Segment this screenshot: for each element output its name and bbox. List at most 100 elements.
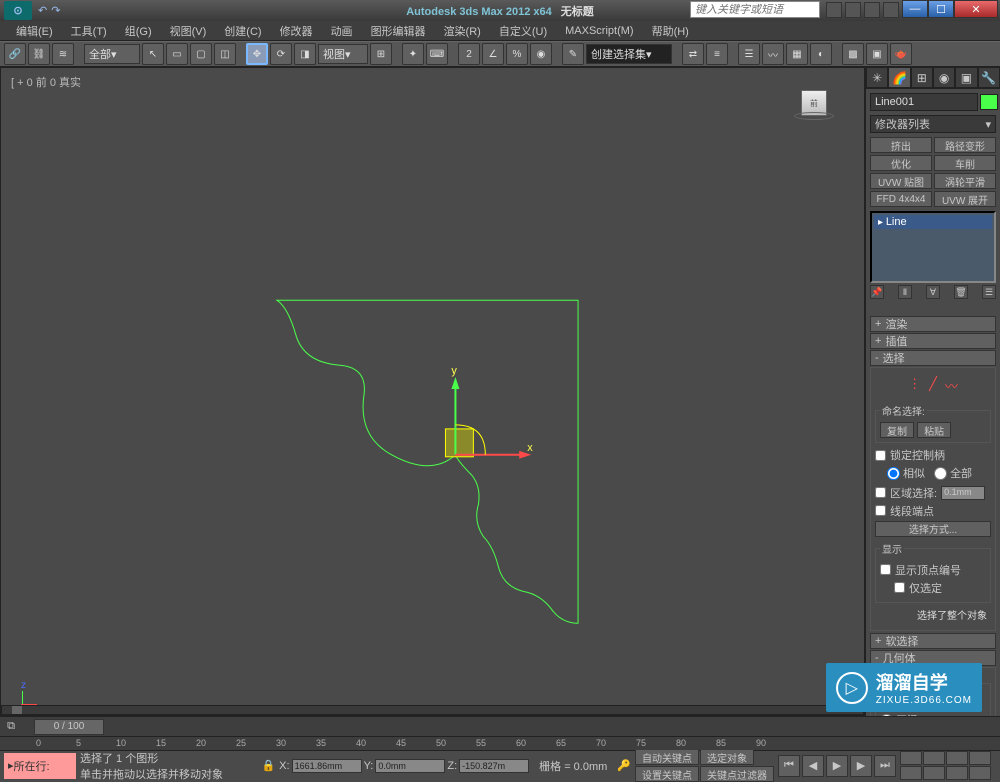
render-icon[interactable]: 🫖 [890, 43, 912, 65]
minimize-button[interactable]: — [902, 0, 928, 18]
keyfilter-button[interactable]: 关键点过滤器 [700, 766, 774, 782]
curve-editor-icon[interactable]: 〰 [762, 43, 784, 65]
align-icon[interactable]: ≡ [706, 43, 728, 65]
show-vertnum-checkbox[interactable] [880, 564, 891, 575]
layers-icon[interactable]: ☰ [738, 43, 760, 65]
bind-spacewarp-icon[interactable]: ≋ [52, 43, 74, 65]
area-select-checkbox[interactable] [875, 487, 886, 498]
menu-customize[interactable]: 自定义(U) [491, 21, 555, 41]
search-icon[interactable] [826, 2, 842, 18]
schematic-icon[interactable]: ▦ [786, 43, 808, 65]
redo-arrow-icon[interactable]: ↷ [51, 4, 60, 17]
tab-hierarchy[interactable]: ⊞ [911, 67, 933, 88]
scrollbar-thumb[interactable] [12, 706, 22, 714]
rollout-softsel[interactable]: +软选择 [870, 633, 996, 649]
select-by-button[interactable]: 选择方式... [875, 521, 991, 537]
zoom-icon[interactable] [900, 751, 922, 765]
modbtn-turbosmooth[interactable]: 涡轮平滑 [934, 173, 996, 189]
spinner-snap-icon[interactable]: ◉ [530, 43, 552, 65]
select-name-icon[interactable]: ▭ [166, 43, 188, 65]
select-object-icon[interactable]: ↖ [142, 43, 164, 65]
tab-display[interactable]: ▣ [955, 67, 977, 88]
time-ruler[interactable]: 0 5 10 15 20 25 30 35 40 45 50 55 60 65 … [0, 736, 1000, 750]
paste-button[interactable]: 粘贴 [917, 422, 951, 438]
menu-render[interactable]: 渲染(R) [436, 21, 489, 41]
help-search-input[interactable] [690, 1, 820, 18]
timeconfig-icon[interactable]: ⧉ [0, 720, 22, 733]
tab-create[interactable]: ✳ [866, 67, 888, 88]
rollout-render[interactable]: +渲染 [870, 316, 996, 332]
menu-maxscript[interactable]: MAXScript(M) [557, 23, 641, 39]
mirror-icon[interactable]: ⇄ [682, 43, 704, 65]
undo-arrow-icon[interactable]: ↶ [38, 4, 47, 17]
object-name-field[interactable]: Line001 [870, 93, 978, 111]
spline-object[interactable]: y x [1, 68, 864, 715]
link-icon[interactable]: 🔗 [4, 43, 26, 65]
unique-icon[interactable]: ∀ [926, 285, 940, 299]
modbtn-extrude[interactable]: 挤出 [870, 137, 932, 153]
snap-2d-icon[interactable]: 2 [458, 43, 480, 65]
menu-create[interactable]: 创建(C) [216, 21, 269, 41]
select-move-icon[interactable]: ✥ [246, 43, 268, 65]
select-rect-icon[interactable]: ▢ [190, 43, 212, 65]
close-button[interactable]: ✕ [954, 0, 998, 18]
favorites-icon[interactable] [883, 2, 899, 18]
stack-item-line[interactable]: ▸ Line [874, 215, 992, 229]
selection-filter-dropdown[interactable]: 全部 ▾ [84, 44, 140, 64]
select-scale-icon[interactable]: ◨ [294, 43, 316, 65]
named-selection-dropdown[interactable]: 创建选择集 ▾ [586, 44, 672, 64]
fov-icon[interactable] [900, 766, 922, 780]
pivot-center-icon[interactable]: ⊞ [370, 43, 392, 65]
select-rotate-icon[interactable]: ⟳ [270, 43, 292, 65]
modifier-stack[interactable]: ▸ Line [870, 211, 996, 283]
configure-icon[interactable]: ☰ [982, 285, 996, 299]
menu-animation[interactable]: 动画 [323, 21, 361, 41]
modbtn-optimize[interactable]: 优化 [870, 155, 932, 171]
rollout-selection[interactable]: -选择 [870, 350, 996, 366]
refcoord-dropdown[interactable]: 视图 ▾ [318, 44, 368, 64]
menu-group[interactable]: 组(G) [117, 21, 160, 41]
menu-tools[interactable]: 工具(T) [63, 21, 115, 41]
area-select-spinner[interactable]: 0.1mm [941, 486, 985, 500]
lock-handles-checkbox[interactable] [875, 450, 886, 461]
modbtn-ffd[interactable]: FFD 4x4x4 [870, 191, 932, 207]
tab-utilities[interactable]: 🔧 [978, 67, 1000, 88]
viewport-scrollbar[interactable] [1, 705, 864, 715]
exchange-icon[interactable] [864, 2, 880, 18]
subobj-vertex-icon[interactable]: ⋮ [908, 376, 921, 395]
zoom-extents-all-icon[interactable] [969, 751, 991, 765]
modifier-list-dropdown[interactable]: 修改器列表▾ [870, 115, 996, 133]
modbtn-pathdeform[interactable]: 路径变形 [934, 137, 996, 153]
maximize-button[interactable]: ☐ [928, 0, 954, 18]
keyboard-shortcut-icon[interactable]: ⌨ [426, 43, 448, 65]
pin-stack-icon[interactable]: 📌 [870, 285, 884, 299]
app-logo[interactable]: ⊙ [4, 1, 32, 20]
tab-motion[interactable]: ◉ [933, 67, 955, 88]
render-frame-icon[interactable]: ▣ [866, 43, 888, 65]
modbtn-uvwunwrap[interactable]: UVW 展开 [934, 191, 996, 207]
window-crossing-icon[interactable]: ◫ [214, 43, 236, 65]
snap-angle-icon[interactable]: ∠ [482, 43, 504, 65]
selected-dropdown[interactable]: 选定对象 [700, 749, 754, 765]
remove-mod-icon[interactable]: 🗑 [954, 285, 968, 299]
lock-similar-radio[interactable] [887, 467, 900, 480]
object-color-swatch[interactable] [980, 94, 998, 110]
only-selected-checkbox[interactable] [894, 582, 905, 593]
menu-modifiers[interactable]: 修改器 [272, 21, 321, 41]
menu-edit[interactable]: 编辑(E) [8, 21, 61, 41]
render-setup-icon[interactable]: ▩ [842, 43, 864, 65]
subobj-segment-icon[interactable]: ╱ [929, 376, 937, 395]
show-end-icon[interactable]: Ⅱ [898, 285, 912, 299]
setkey-button[interactable]: 设置关键点 [635, 766, 699, 782]
viewport[interactable]: [ + 0 前 0 真实 前 y x z [0, 67, 865, 716]
material-editor-icon[interactable]: ◐ [810, 43, 832, 65]
snap-percent-icon[interactable]: % [506, 43, 528, 65]
zoom-all-icon[interactable] [923, 751, 945, 765]
menu-views[interactable]: 视图(V) [162, 21, 215, 41]
tab-modify[interactable]: 🌈 [888, 67, 910, 88]
rollout-interpolation[interactable]: +插值 [870, 333, 996, 349]
subobj-spline-icon[interactable]: 〰 [945, 376, 958, 395]
menu-graph[interactable]: 图形编辑器 [363, 21, 434, 41]
menu-help[interactable]: 帮助(H) [644, 21, 697, 41]
modbtn-lathe[interactable]: 车削 [934, 155, 996, 171]
